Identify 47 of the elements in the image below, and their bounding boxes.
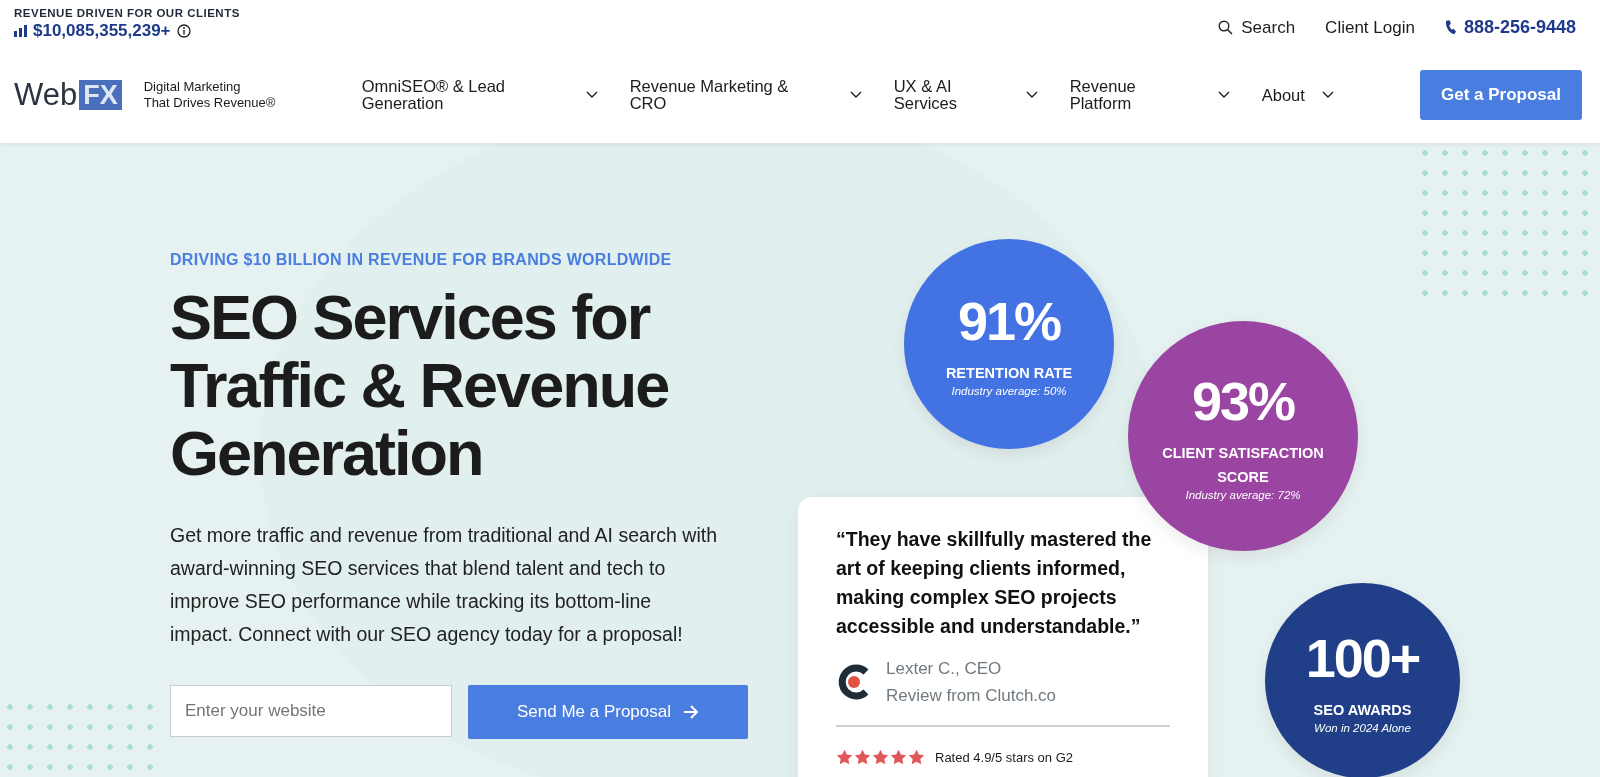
review-source: Review from Clutch.co: [886, 685, 1057, 707]
stat-value: 93%: [1191, 371, 1295, 431]
nav-menu-item[interactable]: Revenue Platform: [1069, 78, 1230, 112]
website-input-field[interactable]: Enter your website: [170, 685, 452, 737]
rating-text: Rated 4.9/5 stars on G2: [935, 749, 1074, 765]
nav-menu-item[interactable]: About: [1261, 86, 1334, 104]
chevron-down-icon: [1321, 91, 1334, 99]
chevron-down-icon: [849, 91, 862, 99]
stat-label: RETENTION RATE: [944, 364, 1074, 383]
tagline: Digital Marketing That Drives Revenue®: [143, 79, 277, 111]
revenue-value: $10,085,355,239+: [33, 20, 171, 41]
chevron-down-icon: [585, 91, 598, 99]
webfx-logo[interactable]: Web FX: [14, 77, 122, 113]
stat-value: 100+: [1305, 627, 1420, 688]
review-quote: “They have skillfully mastered the art of keeping clients informed, making complex SEO projects accessible and understandable.”: [836, 527, 1153, 639]
phone-link[interactable]: 888-256-9448: [1444, 17, 1576, 38]
star-icon: [872, 749, 889, 765]
info-icon[interactable]: [176, 23, 191, 38]
star-icon: [908, 749, 925, 765]
stat-label: SEO AWARDS: [1312, 700, 1413, 720]
hero-paragraph: Get more traffic and revenue from traditional and AI search with award-winning SEO services that blend talent and tech to improve SEO performance while tracking its bottom-line impact. Connect with our SEO agency today for a proposal!: [170, 523, 718, 647]
star-icon: [854, 749, 871, 765]
nav-menu-item[interactable]: UX & AI Services: [893, 78, 1038, 112]
star-icon: [836, 749, 853, 765]
revenue-label: REVENUE DRIVEN FOR OUR CLIENTS: [14, 6, 240, 19]
search-icon: [1218, 20, 1234, 35]
star-icon: [890, 749, 907, 765]
phone-icon: [1444, 20, 1456, 35]
hero-heading: SEO Services for Traffic & Revenue Generation: [170, 283, 670, 487]
review-author: Lexter C., CEO: [886, 658, 1003, 680]
nav-menu-item[interactable]: OmniSEO® & Lead Generation: [361, 78, 598, 112]
arrow-right-icon: [683, 705, 699, 719]
chevron-down-icon: [1025, 91, 1038, 99]
stat-note: Industry average: 50%: [951, 385, 1067, 397]
stat-note: Won in 2024 Alone: [1314, 721, 1411, 734]
send-proposal-button[interactable]: Send Me a Proposal: [468, 685, 748, 739]
stat-value: 91%: [957, 291, 1061, 351]
kicker-text: DRIVING $10 BILLION IN REVENUE FOR BRANDS WORLDWIDE: [170, 251, 673, 269]
bar-chart-icon: [14, 24, 27, 37]
stat-note: Industry average: 72%: [1185, 489, 1301, 501]
client-login-link[interactable]: Client Login: [1325, 17, 1415, 38]
clutch-logo-icon: [836, 663, 870, 701]
chevron-down-icon: [1217, 91, 1230, 99]
search-link[interactable]: Search: [1218, 17, 1296, 38]
get-proposal-button[interactable]: Get a Proposal: [1420, 70, 1582, 120]
nav-menu-item[interactable]: Revenue Marketing & CRO: [629, 78, 862, 112]
stat-label: CLIENT SATISFACTION SCORE: [1161, 444, 1325, 487]
